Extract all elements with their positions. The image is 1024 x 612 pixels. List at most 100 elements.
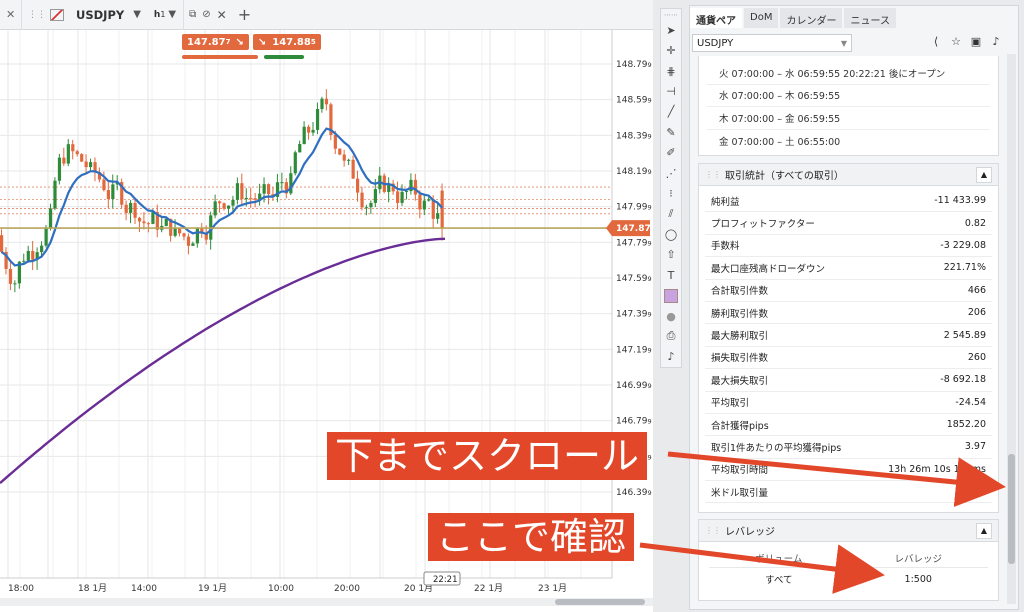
scrollbar-thumb[interactable] [1008,454,1015,564]
price-tick-small: 9 [648,346,652,354]
bell-icon[interactable]: ♪ [988,35,1004,51]
tab-currency-pair[interactable]: 通貨ペア [690,8,742,28]
link-icon[interactable]: ⊘ [199,9,213,20]
pattern-icon[interactable]: ⁝ [661,183,681,203]
tab-news[interactable]: ニュース [844,8,896,28]
stat-value: 3.97 [964,441,986,453]
dot-icon[interactable]: ● [661,306,681,326]
collapse-icon[interactable]: ▲ [976,522,992,539]
stat-row: 損失取引件数 260 [705,347,992,370]
trade-stats-card: ⋮⋮ 取引統計（すべての取引） ▲ 純利益 -11 433.99 プロフィットファクタ… [698,163,999,513]
candle-body [267,184,271,195]
candle-body [182,233,186,237]
current-price-label: 147.877 [616,224,653,234]
trade-stats-header[interactable]: ⋮⋮ 取引統計（すべての取引） ▲ [699,164,998,186]
symbol-dropdown-icon[interactable]: ▼ [130,9,144,20]
candle-body [351,159,355,179]
tab-calendar[interactable]: カレンダー [780,8,843,28]
candle-body [151,212,155,224]
price-tick-small: 9 [648,132,652,140]
stat-row: 合計取引件数 466 [705,280,992,302]
stat-value: -24.54 [955,396,986,408]
collapse-icon[interactable]: ▲ [976,166,992,183]
add-chart-button[interactable]: + [232,0,257,30]
stat-value: 1852.20 [946,419,986,431]
price-tick-label: 147.599 [616,274,652,284]
leverage-header[interactable]: ⋮⋮ レバレッジ ▲ [699,520,998,542]
candle-body [178,228,182,234]
brush-icon[interactable]: ✐ [661,143,681,163]
candle-body [111,184,115,199]
tab-dom[interactable]: DoM [744,8,779,28]
camera-icon[interactable]: ⎙ [661,326,681,346]
close-icon[interactable]: ✕ [214,8,230,22]
chart-tab-usdjpy[interactable]: ⋮⋮ USDJPY ▼ [22,0,150,30]
candle-body [369,202,373,208]
candle-body [191,243,195,246]
stat-label: 純利益 [711,196,740,208]
stat-row: 最大口座残高ドローダウン 221.71% [705,257,992,280]
time-tick-label: 22 1月 [474,583,503,594]
symbol-info-panel: 通貨ペア DoM カレンダー ニュース USDJPY ▼ ⟨ ☆ ▣ ♪ 火 0… [689,5,1019,610]
candle-body [8,268,13,284]
candle-body [106,190,110,199]
candle-body [338,148,342,155]
text-icon[interactable]: T [661,265,681,285]
sell-button[interactable]: 147.87 7 ↘ [182,34,249,50]
pencil-icon[interactable]: ✎ [661,122,681,142]
candle-body [418,194,422,210]
share-icon[interactable]: ⟨ [928,35,944,51]
chart-icon[interactable]: ▣ [968,35,984,51]
price-tick-small: 9 [648,311,652,319]
candle-body [62,157,66,164]
candle-body [195,228,199,244]
trade-stats-title: 取引統計（すべての取引） [725,171,844,182]
channel-icon[interactable]: ⫽ [661,204,681,224]
order-volume-bars [182,55,304,59]
candle-body [137,217,142,222]
symbol-select[interactable]: USDJPY ▼ [692,34,852,52]
time-tick-label: 14:00 [131,584,157,594]
candle-body [66,144,70,164]
timeframe-selector[interactable]: h 1 ▼ [150,0,185,30]
arrow-up-icon[interactable]: ⇧ [661,245,681,265]
candle-body [129,202,133,213]
popout-icon[interactable]: ⧉ [186,9,199,20]
toolbar-grip-icon[interactable]: ⋯⋯ [661,9,681,20]
candle-body [53,180,57,209]
confirm-annotation: ここで確認 [428,513,635,561]
fibonacci-icon[interactable]: ⋰ [661,163,681,183]
candle-body [48,208,53,229]
sell-volume-bar [182,55,258,59]
chart-actions: ⧉ ⊘ ✕ [184,0,232,30]
candle-body [124,204,128,213]
drag-handle-icon[interactable]: ⋮⋮ [28,10,46,20]
crosshair-icon[interactable]: ✛ [661,41,681,61]
ellipse-icon[interactable]: ◯ [661,224,681,244]
timeframe-dropdown-icon[interactable]: ▼ [165,9,179,20]
chart-tab-close[interactable]: ✕ [0,0,22,30]
stat-label: 取引1件あたりの平均獲得pips [711,442,842,454]
star-icon[interactable]: ☆ [948,35,964,51]
horizontal-line-icon[interactable]: ⊣ [661,81,681,101]
symbol-row: USDJPY ▼ ⟨ ☆ ▣ ♪ [690,32,1018,54]
stat-label: 損失取引件数 [711,353,769,365]
schedule-row: 水 07:00:00 – 木 06:59:55 [707,85,990,107]
leverage-value-cell: 1:500 [904,573,932,585]
ruler-icon[interactable]: ⋕ [661,61,681,81]
cursor-icon[interactable]: ➤ [661,20,681,40]
stat-row: プロフィットファクター 0.82 [705,212,992,235]
price-tick-small: 9 [648,453,652,461]
color-swatch[interactable] [661,285,681,305]
candle-body [302,126,306,145]
crosshair-time-label: 22:21 [433,575,458,585]
stat-row: 合計獲得pips 1852.20 [705,414,992,437]
buy-button[interactable]: ↘ 147.88 5 [252,34,321,50]
candle-body [226,205,231,209]
price-tick-label: 148.199 [616,167,652,177]
alert-bell-icon[interactable]: ♪ [661,347,681,367]
candle-body [231,199,235,206]
stat-label: 米ドル取引量 [711,487,769,499]
panel-scrollbar[interactable] [1007,54,1016,604]
trend-line-icon[interactable]: ╱ [661,102,681,122]
